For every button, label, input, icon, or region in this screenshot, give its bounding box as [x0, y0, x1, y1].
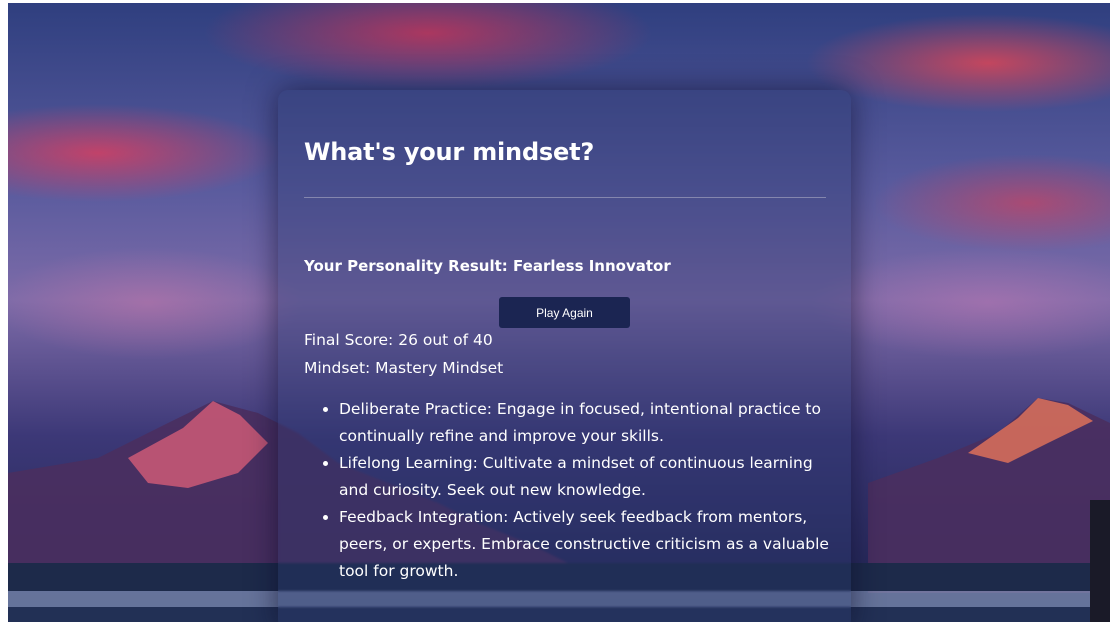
quiz-title: What's your mindset? [304, 138, 595, 166]
result-card: What's your mindset? Your Personality Re… [278, 90, 851, 622]
tips-list: Deliberate Practice: Engage in focused, … [304, 396, 839, 585]
play-again-button[interactable]: Play Again [499, 297, 630, 328]
list-item: Deliberate Practice: Engage in focused, … [339, 396, 839, 450]
mindset-label: Mindset: Mastery Mindset [304, 359, 504, 377]
list-item: Feedback Integration: Actively seek feed… [339, 504, 839, 585]
header-divider [304, 197, 826, 198]
list-item: Lifelong Learning: Cultivate a mindset o… [339, 450, 839, 504]
final-score: Final Score: 26 out of 40 [304, 331, 493, 349]
personality-result: Your Personality Result: Fearless Innova… [304, 257, 671, 275]
background-post [1090, 500, 1110, 622]
page-frame: What's your mindset? Your Personality Re… [8, 3, 1110, 622]
